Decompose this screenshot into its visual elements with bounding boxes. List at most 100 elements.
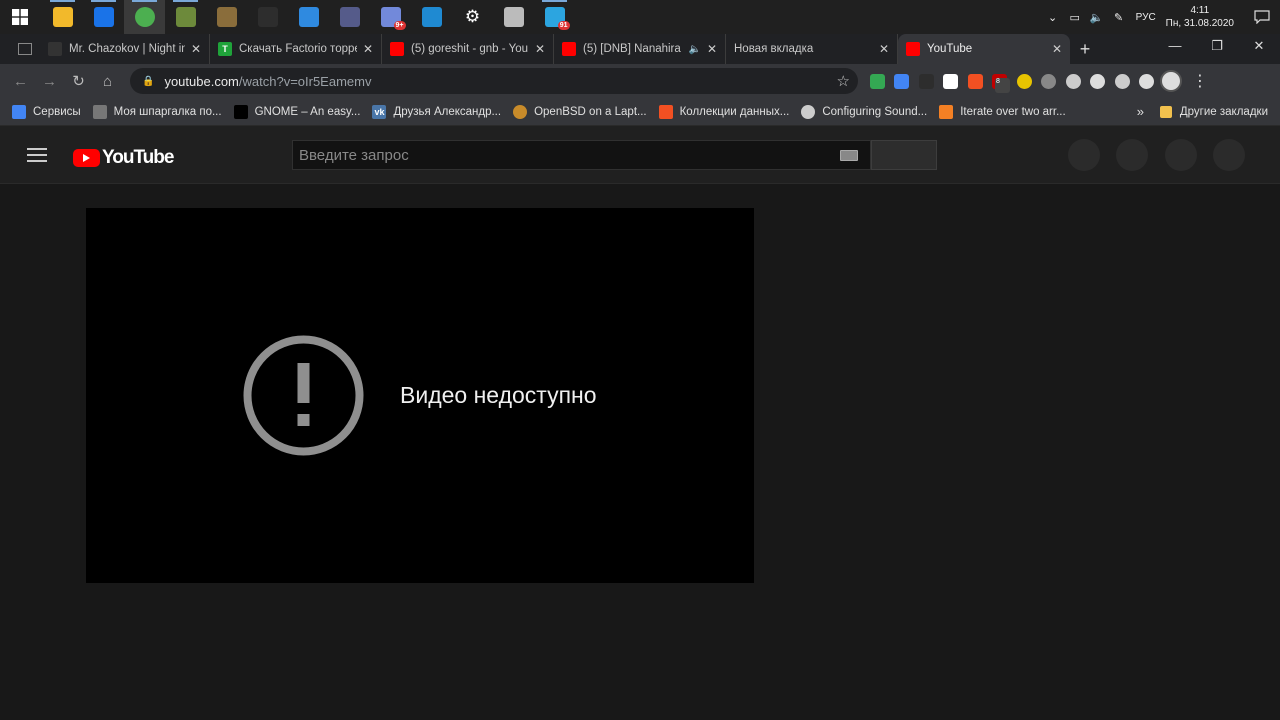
address-bar[interactable]: 🔒 youtube.com/watch?v=oIr5Eamemv ☆ (130, 68, 858, 94)
bookmark-item[interactable]: Configuring Sound... (801, 104, 927, 119)
keyboard-icon[interactable] (840, 150, 858, 161)
menu-icon[interactable] (27, 148, 47, 166)
running-indicator (91, 0, 116, 2)
extension-icon[interactable] (964, 64, 986, 98)
taskbar-app-0[interactable] (42, 0, 83, 34)
tab-0[interactable]: Mr. Chazokov | Night in ✕ (40, 34, 210, 64)
vk-icon: vk (372, 104, 387, 119)
notifications-button[interactable] (1165, 139, 1197, 171)
chrome-menu-icon[interactable]: ⋮ (1192, 71, 1208, 91)
tab-4[interactable]: Новая вкладка ✕ (726, 34, 898, 64)
pinned-tab[interactable] (10, 34, 40, 64)
battery-icon[interactable]: ▭ (1066, 11, 1084, 24)
search-button[interactable] (871, 140, 937, 170)
terminal-icon (257, 7, 278, 27)
folder-icon (1159, 105, 1172, 118)
taskbar-app-4[interactable] (206, 0, 247, 34)
reload-button[interactable]: ↻ (64, 72, 93, 90)
tab-1[interactable]: T Скачать Factorio торре ✕ (210, 34, 382, 64)
back-button[interactable]: ← (6, 73, 35, 90)
bookmark-item[interactable]: Коллекции данных... (658, 104, 789, 119)
youtube-wordmark: YouTube (102, 147, 174, 168)
bookmarks-overflow-button[interactable]: » (1137, 104, 1144, 119)
video-player[interactable]: Видео недоступно (86, 208, 754, 583)
notification-center-button[interactable] (1244, 10, 1280, 24)
tab-close-icon[interactable]: ✕ (363, 42, 373, 56)
tab-2[interactable]: (5) goreshit - gnb - You ✕ (382, 34, 554, 64)
minimize-button[interactable]: — (1154, 34, 1196, 60)
taskbar-app-5[interactable] (247, 0, 288, 34)
window-controls: — ❐ ✕ (1154, 34, 1280, 60)
extension-icon[interactable] (1111, 64, 1133, 98)
clock[interactable]: 4:11 Пн, 31.08.2020 (1166, 4, 1234, 30)
bookmark-item[interactable]: Моя шпаргалка по... (92, 104, 222, 119)
tor-icon (503, 7, 524, 27)
apps-button[interactable] (1116, 139, 1148, 171)
account-avatar[interactable] (1213, 139, 1245, 171)
extension-icon[interactable] (915, 64, 937, 98)
tab-close-icon[interactable]: ✕ (1052, 42, 1062, 56)
extension-glyph-icon (1139, 73, 1154, 89)
taskbar-app-10[interactable]: ⚙ (452, 0, 493, 34)
extension-icon[interactable] (1038, 64, 1060, 98)
tab-5[interactable]: YouTube ✕ (898, 34, 1070, 64)
microsoft-icon (658, 104, 673, 119)
tab-close-icon[interactable]: ✕ (191, 42, 201, 56)
notification-icon (1254, 10, 1270, 24)
taskbar-app-9[interactable] (411, 0, 452, 34)
extension-glyph-icon (1114, 73, 1130, 89)
bookmark-item[interactable]: Сервисы (12, 104, 81, 119)
bookmark-item[interactable]: OpenBSD on a Lapt... (513, 104, 647, 119)
chevron-up-icon[interactable]: ⌄ (1044, 11, 1062, 24)
extension-icon[interactable] (940, 64, 962, 98)
extension-icon[interactable]: 8 (989, 64, 1011, 98)
create-button[interactable] (1068, 139, 1100, 171)
taskbar-app-7[interactable] (329, 0, 370, 34)
new-tab-button[interactable]: + (1070, 39, 1100, 60)
pen-icon[interactable]: ✎ (1110, 11, 1128, 24)
bookmark-label: Iterate over two arr... (960, 105, 1066, 118)
extension-glyph-icon (1090, 73, 1105, 89)
other-bookmarks-label: Другие закладки (1179, 105, 1268, 118)
taskbar-app-6[interactable] (288, 0, 329, 34)
extension-icon[interactable] (891, 64, 913, 98)
extension-icon[interactable] (1062, 64, 1084, 98)
wiki-icon (801, 104, 816, 119)
bookmark-label: Моя шпаргалка по... (113, 105, 222, 118)
profile-avatar[interactable] (1160, 70, 1182, 92)
other-bookmarks[interactable]: Другие закладки (1159, 105, 1268, 118)
taskbar-app-3[interactable] (165, 0, 206, 34)
bookmark-item[interactable]: vk Друзья Александр... (372, 104, 501, 119)
search-input[interactable] (299, 146, 819, 164)
taskbar-app-11[interactable] (493, 0, 534, 34)
close-window-button[interactable]: ✕ (1238, 34, 1280, 60)
extension-icon[interactable] (866, 64, 888, 98)
bookmark-item[interactable]: GNOME – An easy... (233, 104, 360, 119)
extension-glyph-icon (1016, 73, 1032, 89)
restore-button[interactable]: ❐ (1196, 34, 1238, 60)
forward-button[interactable]: → (35, 73, 64, 90)
browser-tab-strip: Mr. Chazokov | Night in ✕ T Скачать Factori… (0, 34, 1280, 64)
taskbar-app-1[interactable] (83, 0, 124, 34)
volume-icon[interactable]: 🔈 (1088, 11, 1106, 24)
start-button[interactable] (0, 0, 40, 34)
taskbar-app-12[interactable]: 91 (534, 0, 575, 34)
tab-close-icon[interactable]: ✕ (535, 42, 545, 56)
youtube-logo[interactable]: YouTube (73, 147, 174, 169)
bookmark-item[interactable]: Iterate over two arr... (939, 104, 1066, 119)
taskbar-app-2[interactable] (124, 0, 165, 34)
tab-title: Новая вкладка (734, 43, 814, 55)
tab-close-icon[interactable]: ✕ (707, 42, 717, 56)
extension-icon[interactable] (1087, 64, 1109, 98)
telegram-icon: 91 (544, 7, 570, 30)
tab-3[interactable]: (5) [DNB] Nanahira 🔈 ✕ (554, 34, 726, 64)
language-indicator[interactable]: РУС (1136, 12, 1156, 23)
audio-playing-icon[interactable]: 🔈 (688, 44, 700, 55)
taskbar-app-8[interactable]: 9+ (370, 0, 411, 34)
extension-icon[interactable] (1136, 64, 1158, 98)
home-button[interactable]: ⌂ (93, 73, 122, 90)
extension-icon[interactable] (1013, 64, 1035, 98)
bookmark-star-icon[interactable]: ☆ (837, 72, 850, 90)
video-unavailable-message: Видео недоступно (400, 382, 597, 408)
tab-close-icon[interactable]: ✕ (879, 42, 889, 56)
